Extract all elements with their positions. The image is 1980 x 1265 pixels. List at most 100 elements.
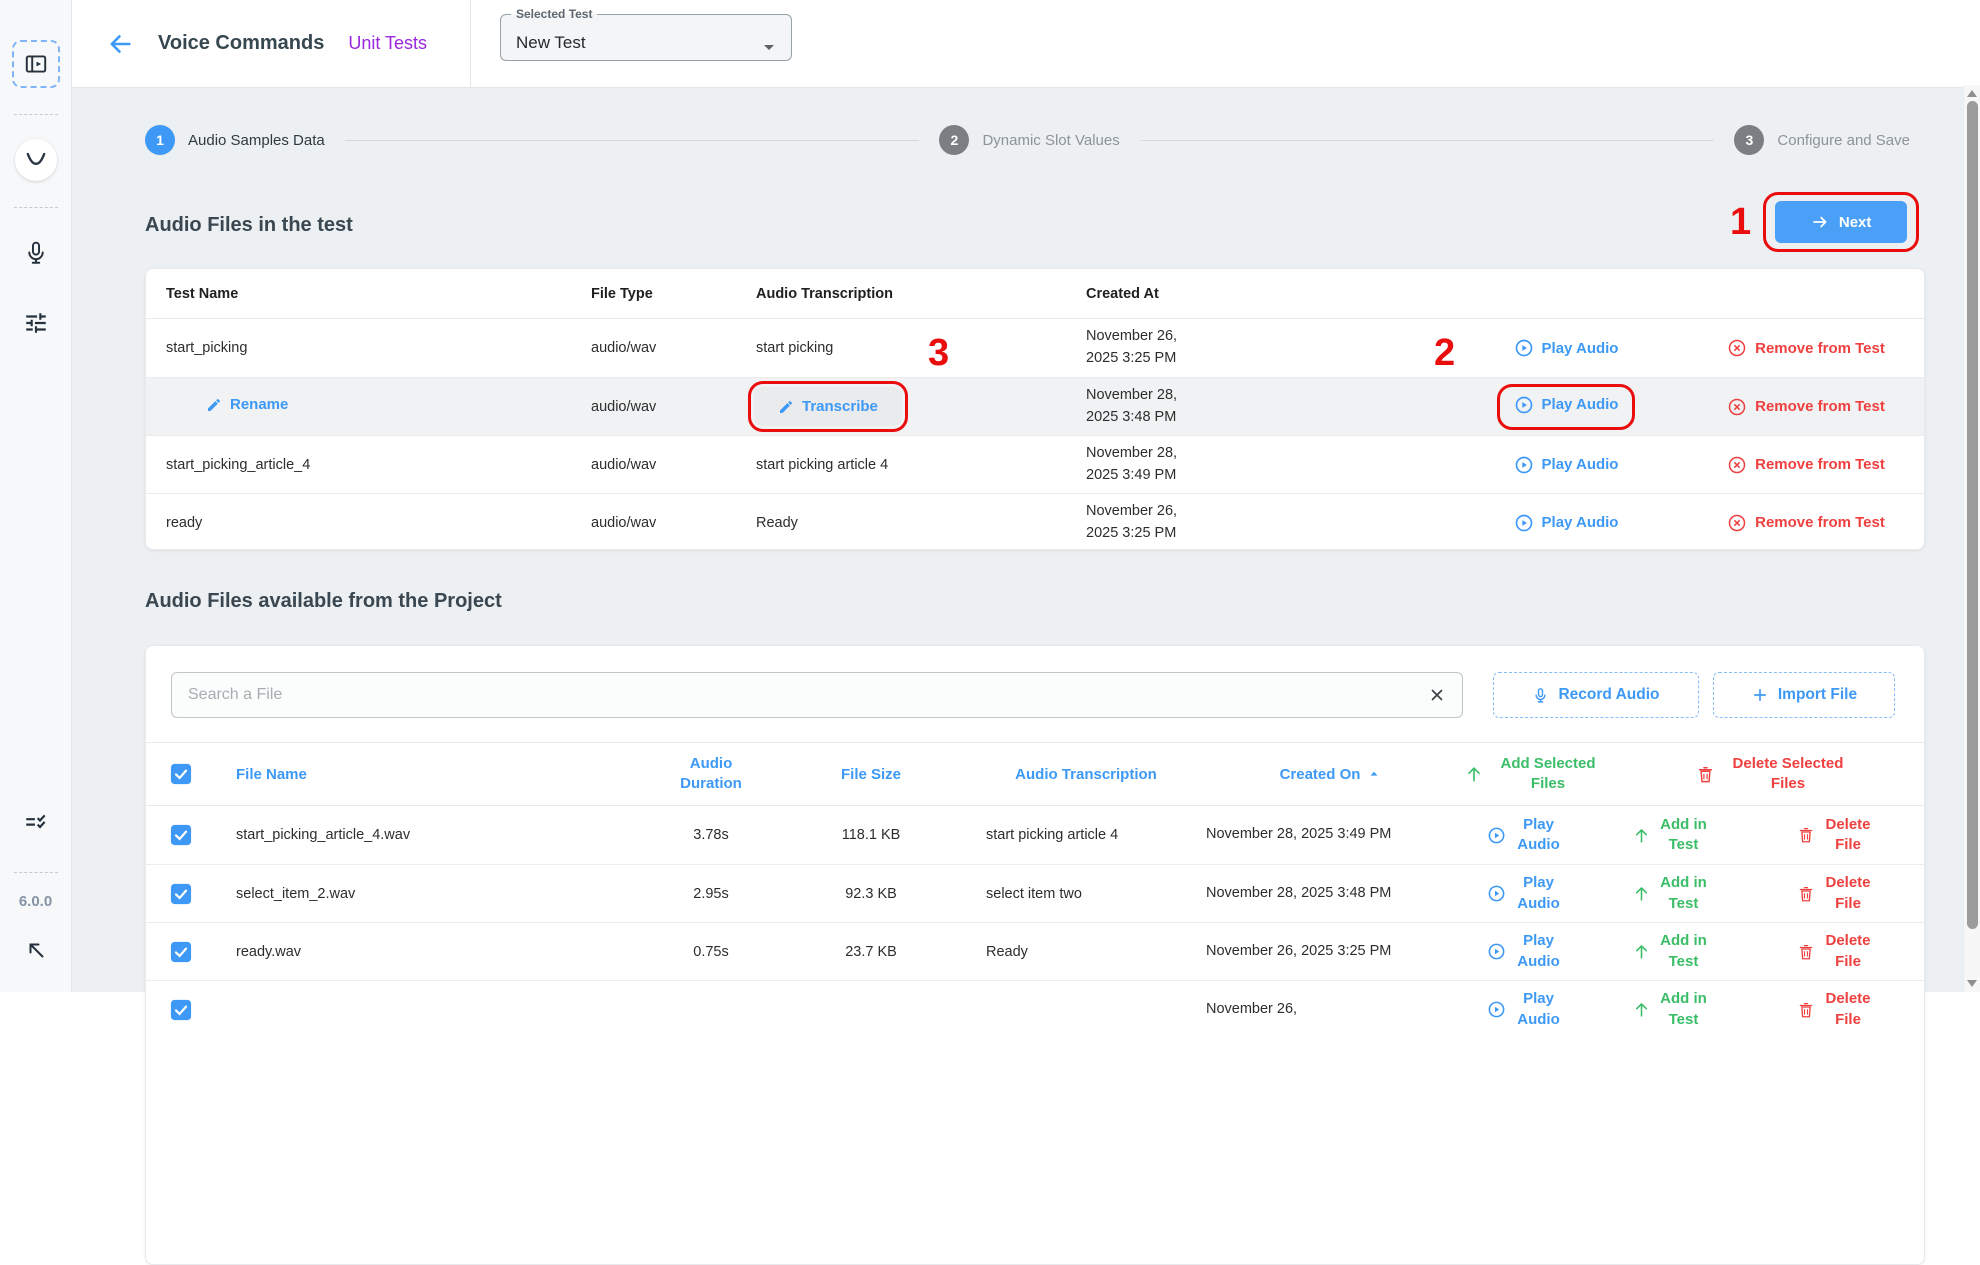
scroll-down-icon[interactable]	[1967, 980, 1977, 987]
test-name: ready	[166, 515, 591, 531]
scroll-up-icon[interactable]	[1967, 90, 1977, 97]
col-audio-duration[interactable]: Audio Duration	[672, 754, 750, 795]
play-audio-button[interactable]: Play Audio	[1514, 338, 1619, 358]
sidebar-divider	[14, 872, 58, 873]
annotation-number-1: 1	[1730, 203, 1751, 241]
delete-file-button[interactable]: Delete File	[1746, 815, 1925, 856]
transcription: start picking article 4	[756, 457, 1086, 473]
search-row: Record Audio Import File	[146, 646, 1924, 742]
transcription: Ready	[756, 515, 1086, 531]
trash-icon	[1696, 765, 1715, 784]
col-created-on[interactable]: Created On	[1206, 766, 1456, 783]
v-logo-icon	[23, 147, 49, 173]
microphone-icon	[23, 240, 49, 266]
annotation-box-2: Play Audio	[1497, 384, 1636, 430]
table-row: start_picking audio/wav start picking No…	[146, 319, 1924, 377]
header-divider	[470, 0, 471, 88]
delete-selected-files-button[interactable]: Delete Selected Files	[1696, 754, 1853, 795]
app-logo[interactable]	[15, 139, 57, 181]
step-dynamic-slots: 2 Dynamic Slot Values	[939, 125, 1119, 155]
step-audio-samples: 1 Audio Samples Data	[145, 125, 325, 155]
transcribe-button[interactable]: Transcribe	[754, 387, 902, 426]
vertical-scrollbar[interactable]	[1963, 85, 1980, 992]
play-audio-button[interactable]: Play Audio	[1514, 395, 1619, 415]
cancel-circle-icon	[1727, 397, 1747, 417]
add-in-test-button[interactable]: Add in Test	[1596, 931, 1746, 972]
arrow-up-icon	[1632, 942, 1651, 961]
step-1-label: Audio Samples Data	[188, 132, 325, 149]
top-header: Voice Commands Unit Tests Selected Test …	[72, 0, 1980, 88]
play-audio-button[interactable]: Play Audio	[1456, 815, 1596, 856]
rename-button[interactable]: Rename	[206, 396, 288, 413]
play-audio-button[interactable]: Play Audio	[1456, 989, 1596, 1030]
test-name: start_picking	[166, 340, 591, 356]
sidebar-item-microphone[interactable]	[23, 240, 49, 266]
next-button[interactable]: Next	[1775, 201, 1907, 243]
sidebar-item-panel-toggle[interactable]	[12, 40, 60, 88]
col-audio-transcription[interactable]: Audio Transcription	[966, 766, 1206, 783]
back-button[interactable]	[106, 30, 134, 58]
audio-duration: 3.78s	[646, 827, 776, 843]
table-row: start_picking_article_4 audio/wav start …	[146, 435, 1924, 493]
play-circle-icon	[1514, 513, 1534, 533]
trash-icon	[1797, 1001, 1815, 1019]
clear-search-button[interactable]	[1412, 686, 1462, 704]
sidebar-item-test-list[interactable]	[23, 810, 49, 836]
record-audio-button[interactable]: Record Audio	[1493, 672, 1699, 718]
file-size: 118.1 KB	[776, 827, 966, 843]
sidebar-divider	[14, 207, 58, 208]
tune-icon	[23, 310, 49, 336]
test-table-header: Test Name File Type Audio Transcription …	[146, 269, 1924, 319]
pencil-icon	[778, 399, 794, 415]
row-checkbox[interactable]	[170, 999, 192, 1021]
remove-from-test-button[interactable]: Remove from Test	[1727, 513, 1885, 533]
play-audio-button[interactable]: Play Audio	[1514, 513, 1619, 533]
sidebar-divider	[14, 114, 58, 115]
select-all-checkbox[interactable]	[170, 763, 192, 785]
table-row: ready.wav 0.75s 23.7 KB Ready November 2…	[146, 922, 1924, 980]
play-audio-button[interactable]: Play Audio	[1456, 873, 1596, 914]
remove-from-test-button[interactable]: Remove from Test	[1727, 397, 1885, 417]
audio-duration: 2.95s	[646, 886, 776, 902]
col-test-name: Test Name	[166, 286, 591, 302]
plus-icon	[1751, 686, 1769, 704]
step-connector	[345, 140, 920, 141]
row-checkbox[interactable]	[170, 824, 192, 846]
remove-from-test-button[interactable]: Remove from Test	[1727, 455, 1885, 475]
transcription: Ready	[966, 944, 1206, 960]
step-2-circle: 2	[939, 125, 969, 155]
file-name: start_picking_article_4.wav	[216, 827, 646, 843]
chevron-down-icon	[757, 35, 781, 59]
sort-ascending-icon	[1366, 766, 1382, 782]
search-input[interactable]	[172, 673, 1412, 717]
play-audio-button[interactable]: Play Audio	[1514, 455, 1619, 475]
play-audio-button[interactable]: Play Audio	[1456, 931, 1596, 972]
selected-test-dropdown[interactable]: Selected Test New Test	[500, 7, 792, 61]
col-file-size[interactable]: File Size	[776, 766, 966, 783]
row-checkbox[interactable]	[170, 883, 192, 905]
created-at: November 26, 2025 3:25 PM	[1086, 501, 1204, 545]
selected-test-value: New Test	[516, 33, 586, 53]
add-in-test-button[interactable]: Add in Test	[1596, 989, 1746, 1030]
collapse-button[interactable]	[24, 938, 48, 962]
trash-icon	[1797, 826, 1815, 844]
delete-file-button[interactable]: Delete File	[1746, 931, 1925, 972]
add-in-test-button[interactable]: Add in Test	[1596, 873, 1746, 914]
play-circle-icon	[1514, 338, 1534, 358]
arrow-up-icon	[1632, 826, 1651, 845]
col-file-name[interactable]: File Name	[216, 766, 646, 783]
col-file-type: File Type	[591, 286, 756, 302]
pencil-icon	[206, 397, 222, 413]
sidebar-item-settings[interactable]	[23, 310, 49, 336]
created-on: November 28, 2025 3:49 PM	[1206, 826, 1391, 842]
import-file-button[interactable]: Import File	[1713, 672, 1895, 718]
delete-file-button[interactable]: Delete File	[1746, 873, 1925, 914]
delete-file-button[interactable]: Delete File	[1746, 989, 1925, 1030]
row-checkbox[interactable]	[170, 941, 192, 963]
northwest-arrow-icon	[24, 938, 48, 962]
scrollbar-thumb[interactable]	[1967, 101, 1978, 929]
remove-from-test-button[interactable]: Remove from Test	[1727, 338, 1885, 358]
add-selected-files-button[interactable]: Add Selected Files	[1464, 754, 1604, 795]
table-row: start_picking_article_4.wav 3.78s 118.1 …	[146, 806, 1924, 864]
add-in-test-button[interactable]: Add in Test	[1596, 815, 1746, 856]
